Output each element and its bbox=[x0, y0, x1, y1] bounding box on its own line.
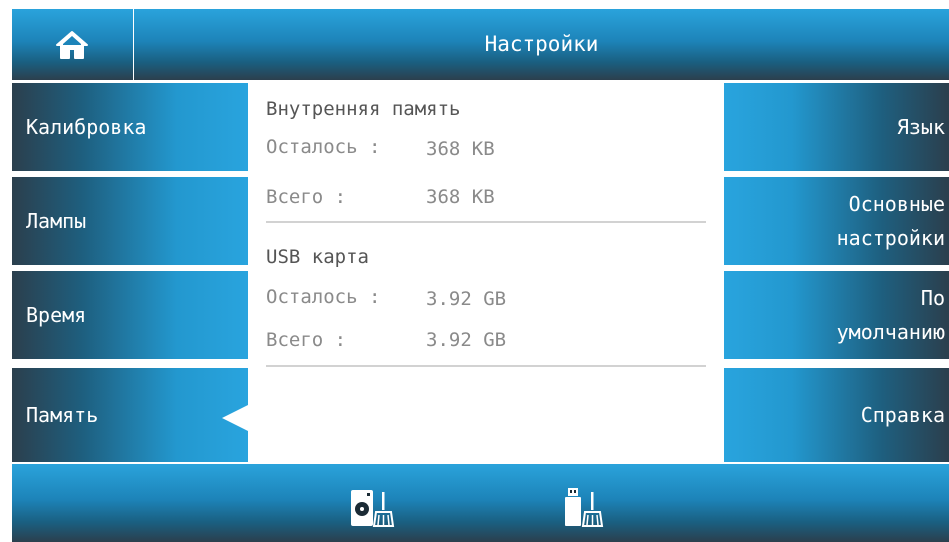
menu-item-label: Лампы bbox=[26, 209, 87, 233]
divider bbox=[266, 221, 706, 223]
menu-item-label: Время bbox=[26, 303, 87, 327]
menu-item-memory[interactable]: Память bbox=[12, 368, 248, 462]
clean-internal-memory-button[interactable] bbox=[349, 480, 397, 530]
usb-total-label: Всего : bbox=[266, 329, 347, 351]
usb-remaining-label: Осталось : bbox=[266, 286, 381, 308]
home-button[interactable] bbox=[12, 9, 132, 80]
footer-bar bbox=[12, 464, 949, 542]
menu-item-label: Калибровка bbox=[26, 115, 147, 139]
menu-item-label: Язык bbox=[896, 115, 945, 139]
menu-item-label: По умолчанию bbox=[836, 286, 945, 344]
menu-item-label: Память bbox=[26, 403, 99, 427]
clean-internal-memory-icon bbox=[351, 490, 395, 527]
menu-item-calibration[interactable]: Калибровка bbox=[12, 83, 248, 171]
internal-total-label: Всего : bbox=[266, 186, 347, 208]
menu-item-label: Справка bbox=[860, 403, 945, 427]
internal-remaining-value: 368 KB bbox=[426, 138, 495, 160]
menu-item-help[interactable]: Справка bbox=[724, 368, 949, 462]
clean-usb-button[interactable] bbox=[561, 480, 609, 530]
menu-item-label: Основные настройки bbox=[836, 192, 945, 250]
home-icon bbox=[56, 30, 88, 59]
menu-item-defaults[interactable]: По умолчанию bbox=[724, 271, 949, 359]
internal-memory-title: Внутренняя память bbox=[266, 98, 461, 120]
usb-remaining-value: 3.92 GB bbox=[426, 288, 507, 310]
selection-pointer bbox=[222, 404, 250, 432]
usb-title: USB карта bbox=[266, 246, 369, 268]
menu-item-basic-settings[interactable]: Основные настройки bbox=[724, 177, 949, 265]
clean-usb-icon bbox=[565, 488, 604, 527]
divider bbox=[266, 365, 706, 367]
memory-info-panel: Внутренняя память Осталось : 368 KB Всег… bbox=[250, 82, 722, 463]
usb-total-value: 3.92 GB bbox=[426, 329, 507, 351]
header-bar: Настройки bbox=[12, 9, 949, 80]
menu-item-language[interactable]: Язык bbox=[724, 83, 949, 171]
internal-remaining-label: Осталось : bbox=[266, 136, 381, 158]
menu-item-lamps[interactable]: Лампы bbox=[12, 177, 248, 265]
internal-total-value: 368 KB bbox=[426, 186, 495, 208]
page-title: Настройки bbox=[484, 32, 599, 56]
menu-item-time[interactable]: Время bbox=[12, 271, 248, 359]
